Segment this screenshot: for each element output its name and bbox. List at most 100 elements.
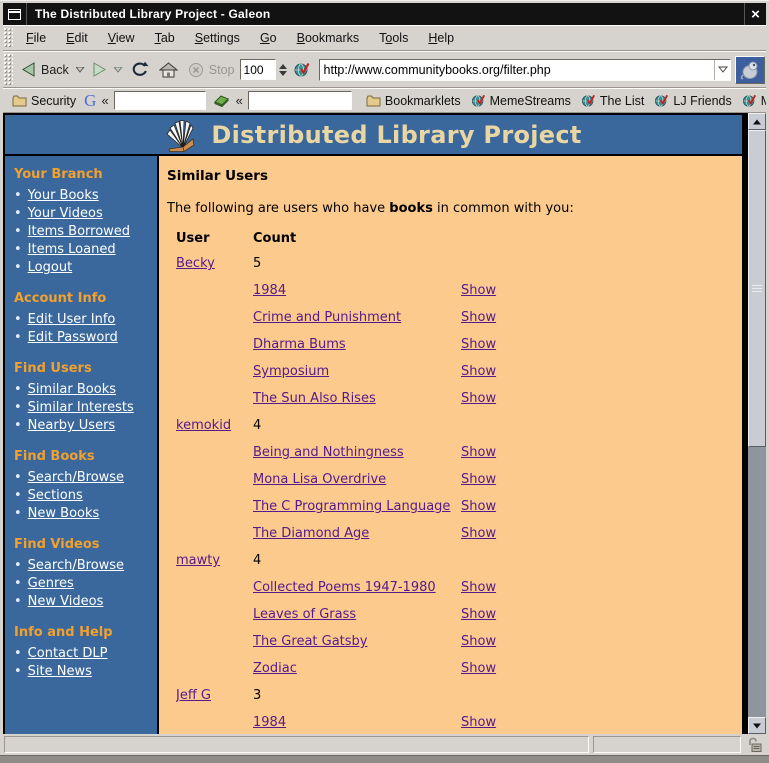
show-link[interactable]: Show bbox=[461, 580, 496, 595]
scrollbar-thumb[interactable] bbox=[748, 130, 766, 447]
sidebar-link-your-videos[interactable]: Your Videos bbox=[28, 205, 103, 223]
bookmark-the-list[interactable]: The List bbox=[576, 94, 649, 108]
show-link[interactable]: Show bbox=[461, 634, 496, 649]
bookmark-mysq[interactable]: MySQ bbox=[737, 94, 766, 108]
book-link-zodiac[interactable]: Zodiac bbox=[253, 661, 297, 676]
sidebar-link-contact-dlp[interactable]: Contact DLP bbox=[28, 645, 108, 663]
show-link[interactable]: Show bbox=[461, 526, 496, 541]
sidebar-link-edit-user-info[interactable]: Edit User Info bbox=[28, 311, 116, 329]
book-link-the-great-gatsby[interactable]: The Great Gatsby bbox=[253, 634, 368, 649]
forward-button[interactable] bbox=[87, 59, 112, 80]
sidebar-link-new-videos[interactable]: New Videos bbox=[28, 593, 104, 611]
show-link[interactable]: Show bbox=[461, 661, 496, 676]
stop-button[interactable]: Stop bbox=[183, 59, 240, 81]
sidebar-link-similar-interests[interactable]: Similar Interests bbox=[28, 399, 134, 417]
show-link[interactable]: Show bbox=[461, 445, 496, 460]
bookmark-bookmarklets[interactable]: Bookmarklets bbox=[361, 94, 466, 108]
sidebar-heading-your-branch: Your Branch bbox=[14, 167, 103, 182]
sidebar-link-your-books[interactable]: Your Books bbox=[28, 187, 99, 205]
sidebar-link-new-books[interactable]: New Books bbox=[28, 505, 100, 523]
empty-cell bbox=[176, 277, 253, 304]
show-link[interactable]: Show bbox=[461, 364, 496, 379]
menu-file[interactable]: File bbox=[16, 27, 56, 49]
sidebar-link-search-browse[interactable]: Search/Browse bbox=[28, 557, 124, 575]
book-link-collected-poems-1947-1980[interactable]: Collected Poems 1947-1980 bbox=[253, 580, 436, 595]
bullet-icon: • bbox=[14, 400, 22, 415]
book-link-leaves-of-grass[interactable]: Leaves of Grass bbox=[253, 607, 356, 622]
bookmark-lj-friends[interactable]: LJ Friends bbox=[649, 94, 736, 108]
scroll-up-icon[interactable] bbox=[748, 113, 766, 130]
bookmark-memestreams[interactable]: MemeStreams bbox=[466, 94, 576, 108]
menu-tools[interactable]: Tools bbox=[369, 27, 418, 49]
user-link-mawty[interactable]: mawty bbox=[176, 553, 220, 568]
book-link-the-c-programming-language[interactable]: The C Programming Language bbox=[253, 499, 450, 514]
sidebar-link-search-browse[interactable]: Search/Browse bbox=[28, 469, 124, 487]
book-cell: The Sun Also Rises bbox=[253, 385, 461, 412]
google-smart-bookmark-icon[interactable]: G bbox=[81, 91, 99, 111]
show-link[interactable]: Show bbox=[461, 607, 496, 622]
show-link[interactable]: Show bbox=[461, 472, 496, 487]
show-cell: Show bbox=[461, 520, 531, 547]
home-icon bbox=[158, 61, 178, 78]
menu-tab[interactable]: Tab bbox=[145, 27, 185, 49]
book-link-symposium[interactable]: Symposium bbox=[253, 364, 329, 379]
menu-help[interactable]: Help bbox=[418, 27, 464, 49]
close-icon[interactable]: × bbox=[744, 3, 766, 25]
url-input[interactable] bbox=[319, 60, 714, 79]
google-search-input[interactable] bbox=[113, 91, 206, 110]
sidebar-link-edit-password[interactable]: Edit Password bbox=[28, 329, 118, 347]
zoom-level-input[interactable] bbox=[239, 59, 276, 80]
user-link-becky[interactable]: Becky bbox=[176, 256, 215, 271]
user-link-jeff-g[interactable]: Jeff G bbox=[176, 688, 211, 703]
book-link-1984[interactable]: 1984 bbox=[253, 715, 286, 730]
show-link[interactable]: Show bbox=[461, 283, 496, 298]
window-menu-button[interactable] bbox=[3, 3, 27, 25]
sidebar-link-genres[interactable]: Genres bbox=[28, 575, 74, 593]
back-history-dropdown-icon[interactable] bbox=[75, 66, 85, 73]
status-message-area bbox=[4, 736, 589, 753]
show-link[interactable]: Show bbox=[461, 715, 496, 730]
toolbar-grip-handle[interactable] bbox=[4, 54, 13, 85]
book-link-dharma-bums[interactable]: Dharma Bums bbox=[253, 337, 346, 352]
page-favicon-icon[interactable] bbox=[294, 62, 310, 78]
sidebar-link-logout[interactable]: Logout bbox=[28, 259, 73, 277]
sidebar-link-items-loaned[interactable]: Items Loaned bbox=[28, 241, 116, 259]
book-link-being-and-nothingness[interactable]: Being and Nothingness bbox=[253, 445, 404, 460]
show-link[interactable]: Show bbox=[461, 391, 496, 406]
scrollbar-track[interactable] bbox=[748, 130, 766, 717]
bullet-icon: • bbox=[14, 242, 22, 257]
home-button[interactable] bbox=[154, 59, 183, 81]
zoom-spinner[interactable] bbox=[278, 63, 289, 77]
show-link[interactable]: Show bbox=[461, 310, 496, 325]
user-link-kemokid[interactable]: kemokid bbox=[176, 418, 231, 433]
url-dropdown-icon[interactable] bbox=[714, 59, 730, 80]
sidebar-link-nearby-users[interactable]: Nearby Users bbox=[28, 417, 116, 435]
throbber-galeon-logo[interactable] bbox=[735, 55, 765, 84]
book-link-the-sun-also-rises[interactable]: The Sun Also Rises bbox=[253, 391, 376, 406]
vertical-scrollbar[interactable] bbox=[748, 113, 766, 734]
book-link-crime-and-punishment[interactable]: Crime and Punishment bbox=[253, 310, 401, 325]
bookmark-folder-security[interactable]: Security bbox=[7, 94, 81, 108]
menu-edit[interactable]: Edit bbox=[56, 27, 98, 49]
sidebar-link-sections[interactable]: Sections bbox=[28, 487, 83, 505]
book-link-mona-lisa-overdrive[interactable]: Mona Lisa Overdrive bbox=[253, 472, 386, 487]
sidebar-link-items-borrowed[interactable]: Items Borrowed bbox=[28, 223, 130, 241]
forward-history-dropdown-icon[interactable] bbox=[113, 66, 123, 73]
dictionary-book-icon[interactable] bbox=[209, 94, 234, 107]
show-link[interactable]: Show bbox=[461, 337, 496, 352]
sidebar-link-site-news[interactable]: Site News bbox=[28, 663, 92, 681]
scroll-down-icon[interactable] bbox=[748, 717, 766, 734]
menu-view[interactable]: View bbox=[98, 27, 145, 49]
menu-go[interactable]: Go bbox=[250, 27, 287, 49]
sidebar-link-similar-books[interactable]: Similar Books bbox=[28, 381, 116, 399]
reload-button[interactable] bbox=[125, 58, 154, 81]
book-link-the-diamond-age[interactable]: The Diamond Age bbox=[253, 526, 369, 541]
menu-bookmarks[interactable]: Bookmarks bbox=[287, 27, 370, 49]
book-link-1984[interactable]: 1984 bbox=[253, 283, 286, 298]
dictionary-search-input[interactable] bbox=[247, 91, 352, 110]
menu-settings[interactable]: Settings bbox=[185, 27, 250, 49]
menubar-grip-handle[interactable] bbox=[4, 28, 13, 48]
back-button[interactable]: Back bbox=[16, 59, 74, 80]
show-link[interactable]: Show bbox=[461, 499, 496, 514]
show-cell: Show bbox=[461, 601, 531, 628]
